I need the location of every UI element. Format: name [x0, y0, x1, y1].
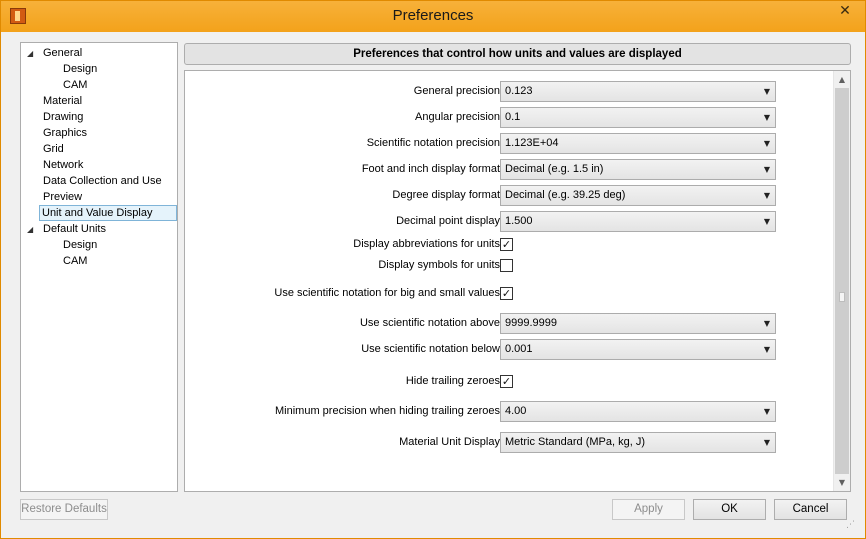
tree-item-network[interactable]: Network [41, 157, 85, 173]
tree-item-default-units[interactable]: Default Units [41, 221, 108, 237]
close-icon[interactable]: ✕ [828, 1, 862, 22]
chevron-down-icon: ▼ [763, 345, 770, 354]
degree-format-label: Degree display format [392, 189, 500, 201]
window-title: Preferences [392, 7, 474, 24]
scroll-track[interactable] [835, 88, 849, 474]
scroll-up-icon[interactable]: ▲ [834, 71, 850, 88]
scientific-above-label: Use scientific notation above [359, 317, 500, 329]
resize-grip-icon[interactable]: ⋰ [846, 519, 856, 529]
decimal-point-label: Decimal point display [396, 215, 500, 227]
tree-item-graphics[interactable]: Graphics [41, 125, 89, 141]
chevron-down-icon: ▼ [763, 438, 770, 447]
degree-format-select[interactable]: Decimal (e.g. 39.25 deg) ▼ [500, 185, 776, 206]
general-precision-label: General precision [413, 85, 500, 97]
chevron-down-icon: ▼ [763, 319, 770, 328]
chevron-down-icon: ▼ [763, 191, 770, 200]
use-scientific-label: Use scientific notation for big and smal… [274, 287, 500, 299]
dialog-body: ◢ General Design CAM Material Drawing Gr… [8, 32, 859, 532]
material-unit-display-label: Material Unit Display [399, 436, 500, 448]
hide-trailing-zeroes-checkbox[interactable]: ✓ [500, 375, 513, 388]
tree-item-drawing[interactable]: Drawing [41, 109, 85, 125]
vertical-scrollbar[interactable]: ▲ ▼ [833, 71, 850, 491]
tree-item-default-units-design[interactable]: Design [61, 237, 99, 253]
title-bar[interactable]: Preferences ✕ [1, 1, 865, 32]
foot-inch-format-label: Foot and inch display format [361, 163, 500, 175]
tree-item-material[interactable]: Material [41, 93, 84, 109]
tree-item-preview[interactable]: Preview [41, 189, 84, 205]
decimal-point-select[interactable]: 1.500 ▼ [500, 211, 776, 232]
chevron-down-icon: ▼ [763, 217, 770, 226]
hide-trailing-zeroes-label: Hide trailing zeroes [405, 375, 500, 387]
preferences-window: Preferences ✕ ◢ General Design CAM Mater… [0, 0, 866, 539]
tree-item-default-units-cam[interactable]: CAM [61, 253, 89, 269]
display-abbreviations-checkbox[interactable]: ✓ [500, 238, 513, 251]
tree-item-data-collection[interactable]: Data Collection and Use [41, 173, 164, 189]
tree-item-general-cam[interactable]: CAM [61, 77, 89, 93]
collapse-icon[interactable]: ◢ [27, 50, 35, 58]
cancel-button[interactable]: Cancel [774, 499, 847, 520]
chevron-down-icon: ▼ [763, 139, 770, 148]
chevron-down-icon: ▼ [763, 165, 770, 174]
min-precision-select[interactable]: 4.00 ▼ [500, 401, 776, 422]
min-precision-label: Minimum precision when hiding trailing z… [275, 405, 500, 417]
tree-item-grid[interactable]: Grid [41, 141, 66, 157]
angular-precision-label: Angular precision [415, 111, 500, 123]
settings-panel: General precision 0.123 ▼ Angular precisi… [184, 70, 851, 492]
general-precision-select[interactable]: 0.123 ▼ [500, 81, 776, 102]
display-symbols-label: Display symbols for units [378, 259, 500, 271]
scientific-below-select[interactable]: 0.001 ▼ [500, 339, 776, 360]
collapse-icon[interactable]: ◢ [27, 226, 35, 234]
scientific-precision-select[interactable]: 1.123E+04 ▼ [500, 133, 776, 154]
chevron-down-icon: ▼ [763, 407, 770, 416]
section-header: Preferences that control how units and v… [184, 43, 851, 65]
tree-item-unit-value-display[interactable]: Unit and Value Display [39, 205, 177, 221]
chevron-down-icon: ▼ [763, 87, 770, 96]
angular-precision-select[interactable]: 0.1 ▼ [500, 107, 776, 128]
material-unit-display-select[interactable]: Metric Standard (MPa, kg, J) ▼ [500, 432, 776, 453]
category-tree: ◢ General Design CAM Material Drawing Gr… [20, 42, 178, 492]
scroll-thumb[interactable] [839, 292, 845, 302]
scroll-down-icon[interactable]: ▼ [834, 474, 850, 491]
scientific-below-label: Use scientific notation below [361, 343, 500, 355]
apply-button[interactable]: Apply [612, 499, 685, 520]
display-abbreviations-label: Display abbreviations for units [353, 238, 500, 250]
scientific-above-select[interactable]: 9999.9999 ▼ [500, 313, 776, 334]
display-symbols-checkbox[interactable] [500, 259, 513, 272]
chevron-down-icon: ▼ [763, 113, 770, 122]
restore-defaults-button[interactable]: Restore Defaults [20, 499, 108, 520]
tree-item-general-design[interactable]: Design [61, 61, 99, 77]
tree-item-general[interactable]: General [41, 45, 84, 61]
use-scientific-checkbox[interactable]: ✓ [500, 287, 513, 300]
scientific-precision-label: Scientific notation precision [366, 137, 500, 149]
foot-inch-format-select[interactable]: Decimal (e.g. 1.5 in) ▼ [500, 159, 776, 180]
ok-button[interactable]: OK [693, 499, 766, 520]
